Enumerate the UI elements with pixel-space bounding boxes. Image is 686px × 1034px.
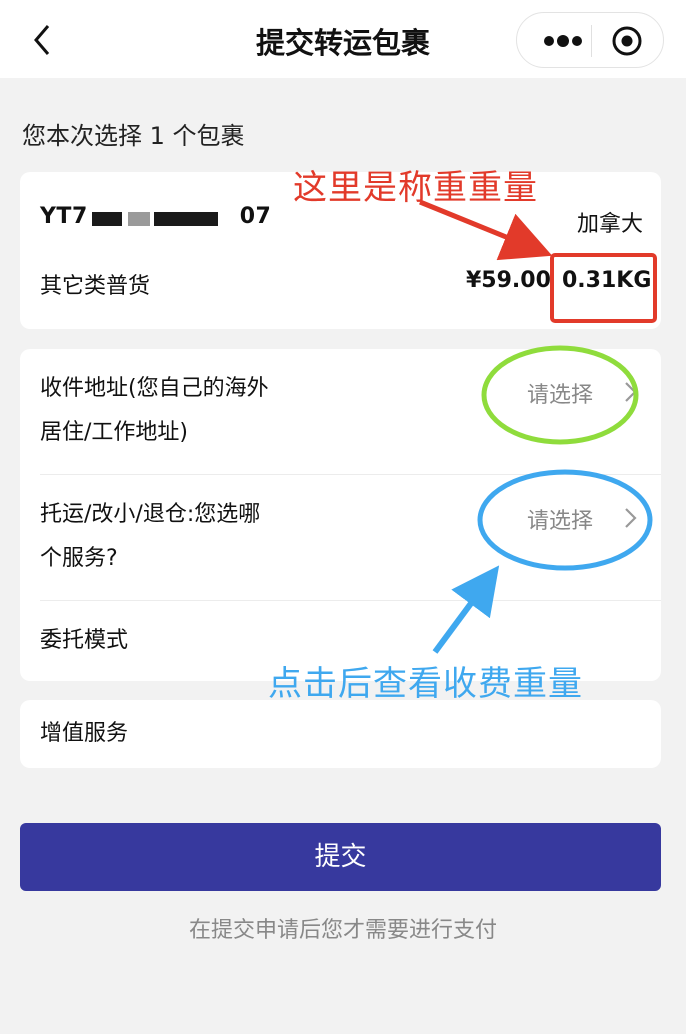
more-button[interactable]	[535, 27, 591, 55]
capsule-divider	[591, 25, 592, 57]
tracking-prefix: YT7	[40, 204, 88, 229]
package-weight: 0.31KG	[562, 268, 652, 293]
service-type-row[interactable]: 托运/改小/退仓:您选哪 个服务? 请选择	[20, 475, 661, 600]
row-label: 委托模式	[40, 628, 129, 653]
chevron-right-icon	[625, 382, 637, 402]
target-icon	[612, 26, 642, 56]
value-added-services-row[interactable]: 增值服务	[20, 700, 661, 768]
annotation-charge-weight-note: 点击后查看收费重量	[268, 664, 583, 704]
navigation-bar: 提交转运包裹	[0, 0, 686, 78]
tracking-suffix: 07	[239, 204, 272, 229]
submit-button[interactable]: 提交	[20, 823, 661, 891]
row-label: 托运/改小/退仓:您选哪 个服务?	[40, 502, 261, 571]
close-button[interactable]	[611, 25, 643, 57]
row-value: 请选择	[527, 383, 594, 408]
payment-hint: 在提交申请后您才需要进行支付	[188, 918, 497, 943]
row-label: 收件地址(您自己的海外 居住/工作地址)	[40, 376, 269, 445]
recipient-address-row[interactable]: 收件地址(您自己的海外 居住/工作地址) 请选择	[20, 349, 661, 474]
destination-country: 加拿大	[576, 212, 643, 237]
row-label: 增值服务	[40, 721, 129, 746]
options-card: 收件地址(您自己的海外 居住/工作地址) 请选择 托运/改小/退仓:您选哪 个服…	[20, 349, 661, 681]
row-value: 请选择	[527, 509, 594, 534]
chevron-right-icon	[625, 508, 637, 528]
cargo-type: 其它类普货	[40, 274, 151, 299]
annotation-weight-note: 这里是称重重量	[293, 168, 538, 208]
selection-count-heading: 您本次选择 1 个包裹	[22, 122, 245, 150]
package-price: ¥59.00	[466, 268, 551, 293]
mini-program-capsule	[516, 12, 664, 68]
more-dots-icon	[544, 35, 582, 47]
redaction-mask	[128, 212, 150, 226]
redaction-mask	[154, 212, 218, 226]
redaction-mask	[92, 212, 122, 226]
